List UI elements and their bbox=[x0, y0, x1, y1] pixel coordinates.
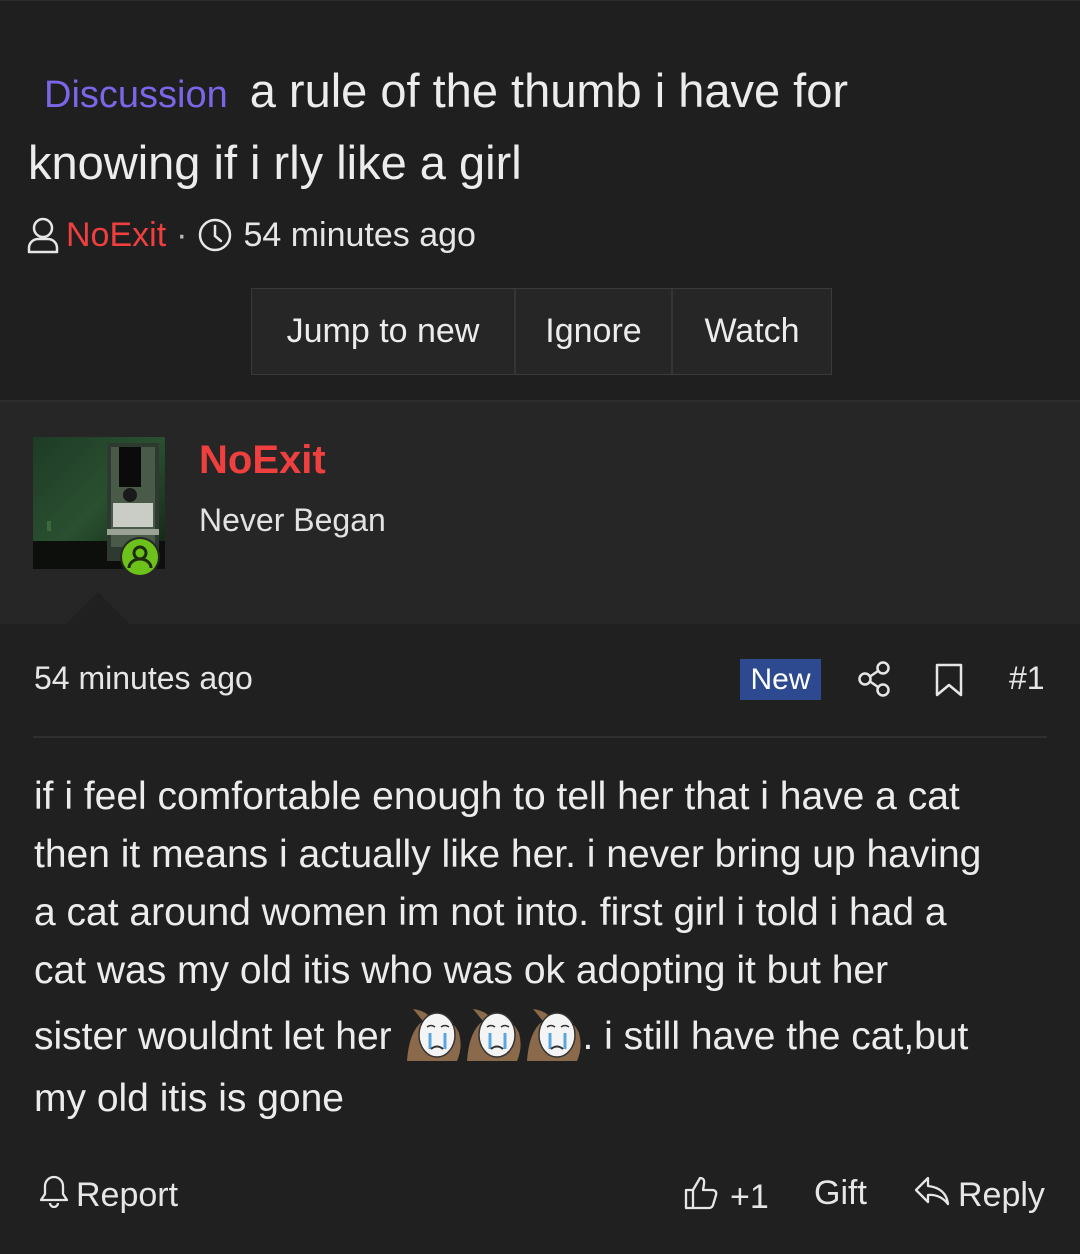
post-line-4: cat was my old itis who was ok adopting … bbox=[34, 949, 889, 992]
watch-button[interactable]: Watch bbox=[673, 289, 831, 374]
post-line-2: then it means i actually like her. i nev… bbox=[34, 833, 982, 876]
post-line-5-start: sister wouldnt let her bbox=[34, 1015, 392, 1058]
post-body: if i feel comfortable enough to tell her… bbox=[34, 768, 1044, 1128]
post-number-link[interactable]: #1 bbox=[1009, 660, 1045, 697]
reply-arrow-icon bbox=[912, 1174, 952, 1217]
share-icon[interactable] bbox=[856, 660, 892, 703]
crying-emoji-icon bbox=[403, 1003, 463, 1065]
gift-button[interactable]: Gift bbox=[814, 1174, 867, 1213]
thread-author-link[interactable]: NoExit bbox=[66, 216, 166, 255]
post-line-3: a cat around women im not into. first gi… bbox=[34, 891, 947, 934]
post-meta-bar: 54 minutes ago New #1 bbox=[0, 650, 1080, 710]
thread-title: Discussion a rule of the thumb i have for… bbox=[28, 57, 1028, 197]
post-user-block bbox=[0, 400, 1080, 624]
bookmark-icon[interactable] bbox=[934, 662, 964, 703]
bell-icon bbox=[38, 1174, 70, 1217]
post-line-1: if i feel comfortable enough to tell her… bbox=[34, 775, 960, 818]
like-button[interactable]: +1 bbox=[682, 1174, 769, 1221]
post-line-6: my old itis is gone bbox=[34, 1077, 344, 1120]
thread-meta: NoExit · 54 minutes ago bbox=[26, 211, 476, 259]
reaction-count: +1 bbox=[730, 1178, 769, 1216]
post-footer: Report +1 Gift Reply bbox=[0, 1168, 1080, 1224]
report-label: Report bbox=[76, 1176, 179, 1214]
title-line-2: knowing if i rly like a girl bbox=[28, 136, 522, 189]
post-divider bbox=[33, 736, 1047, 738]
post-username[interactable]: NoExit bbox=[199, 438, 326, 483]
new-badge: New bbox=[740, 659, 821, 700]
ignore-button[interactable]: Ignore bbox=[516, 289, 673, 374]
report-button[interactable]: Report bbox=[38, 1174, 178, 1217]
title-line-1: a rule of the thumb i have for bbox=[249, 64, 849, 117]
thread-header: Discussion a rule of the thumb i have for… bbox=[0, 0, 1080, 401]
user-icon bbox=[26, 216, 60, 254]
user-title: Never Began bbox=[199, 502, 386, 538]
post-line-5-end: . i still have the cat,but bbox=[582, 1015, 969, 1058]
thread-action-group: Jump to new Ignore Watch bbox=[251, 288, 832, 375]
online-status-icon bbox=[120, 537, 160, 577]
post-line-5: sister wouldnt let her . i still have th… bbox=[34, 1004, 1044, 1070]
post-time[interactable]: 54 minutes ago bbox=[34, 660, 253, 697]
thread-time[interactable]: 54 minutes ago bbox=[243, 216, 476, 255]
thread-prefix[interactable]: Discussion bbox=[44, 74, 228, 116]
jump-to-new-button[interactable]: Jump to new bbox=[252, 289, 516, 374]
meta-separator: · bbox=[176, 215, 188, 254]
clock-icon bbox=[197, 217, 233, 253]
message-caret bbox=[66, 592, 130, 624]
reply-button[interactable]: Reply bbox=[912, 1174, 1045, 1217]
crying-emoji-icon bbox=[523, 1003, 583, 1065]
crying-emoji-icon bbox=[463, 1003, 523, 1065]
thumbs-up-icon bbox=[682, 1174, 720, 1221]
reply-label: Reply bbox=[958, 1176, 1045, 1214]
